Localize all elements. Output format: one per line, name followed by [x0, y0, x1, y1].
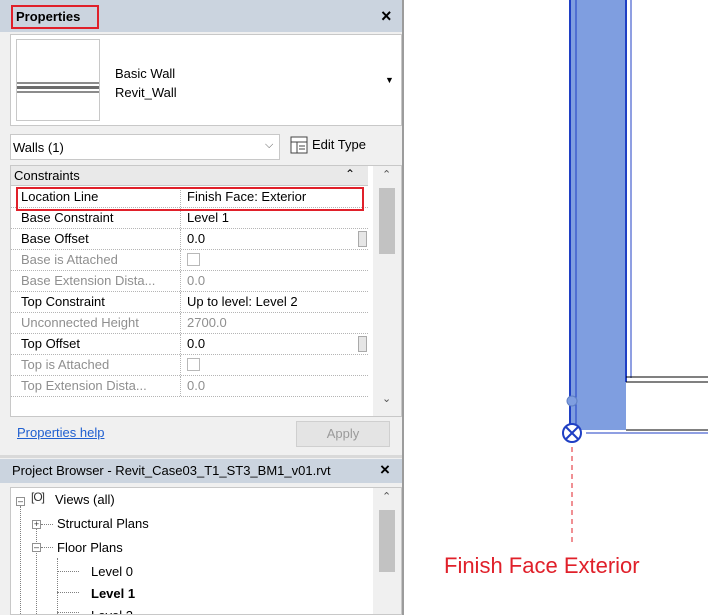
drawing-canvas[interactable]: Finish Face Exterior [404, 0, 708, 615]
category-filter-dropdown[interactable]: Walls (1) ⌵ [10, 134, 280, 160]
row-value [182, 355, 368, 375]
grid-row[interactable]: Base Constraint Level 1 [11, 208, 368, 229]
browser-title: Project Browser - Revit_Case03_T1_ST3_BM… [12, 463, 331, 478]
apply-button[interactable]: Apply [296, 421, 390, 447]
type-family-label: Basic Wall [115, 66, 176, 81]
row-label: Top Constraint [11, 292, 181, 312]
field-button[interactable] [358, 231, 367, 247]
category-filter-value: Walls (1) [13, 140, 64, 155]
browser-title-bar[interactable]: Project Browser - Revit_Case03_T1_ST3_BM… [0, 459, 402, 483]
browser-tree: – [O] Views (all) + Structural Plans – F… [10, 487, 402, 615]
browser-scrollbar[interactable]: ⌃ [373, 488, 401, 614]
row-value[interactable]: Up to level: Level 2 [182, 292, 368, 312]
tree-item-level-1[interactable]: Level 1 [91, 584, 135, 604]
edit-type-icon [290, 136, 308, 154]
grid-row: Top Extension Dista... 0.0 [11, 376, 368, 397]
tree-item-level-2[interactable]: Level 2 [91, 606, 133, 614]
row-label: Top Extension Dista... [11, 376, 181, 396]
wall-fill [570, 0, 626, 430]
row-label: Base Constraint [11, 208, 181, 228]
tree-item-floor-plans[interactable]: Floor Plans [57, 538, 123, 558]
tree-item-structural-plans[interactable]: Structural Plans [57, 514, 149, 534]
chevron-down-icon: ⌵ [265, 139, 274, 151]
edit-type-button[interactable]: Edit Type [290, 134, 390, 158]
row-value[interactable]: 0.0 [182, 229, 368, 249]
grid-row: Base Extension Dista... 0.0 [11, 271, 368, 292]
panel-divider [0, 455, 402, 458]
type-dropdown-icon[interactable]: ▼ [385, 75, 394, 85]
row-label: Base Offset [11, 229, 181, 249]
collapse-views-icon[interactable]: – [16, 497, 25, 506]
wall-drawing [562, 0, 708, 545]
annotation-label: Finish Face Exterior [444, 553, 640, 578]
views-icon: [O] [31, 490, 45, 504]
grid-row[interactable]: Top Offset 0.0 [11, 334, 368, 355]
checkbox [187, 358, 200, 371]
scrollbar-thumb[interactable] [379, 188, 395, 254]
grid-row: Top is Attached [11, 355, 368, 376]
type-selector[interactable]: Basic Wall Revit_Wall ▼ [10, 34, 402, 126]
scroll-up-icon[interactable]: ⌃ [382, 490, 391, 503]
scroll-down-icon[interactable]: ⌄ [382, 392, 391, 405]
grip-icon [566, 395, 578, 407]
row-label: Base is Attached [11, 250, 181, 270]
grid-row[interactable]: Top Constraint Up to level: Level 2 [11, 292, 368, 313]
scrollbar-thumb[interactable] [379, 510, 395, 572]
properties-help-link[interactable]: Properties help [17, 425, 104, 440]
row-value[interactable]: Level 1 [182, 208, 368, 228]
panel-splitter[interactable] [402, 0, 404, 615]
row-label: Top is Attached [11, 355, 181, 375]
wall-type-preview-icon [16, 39, 100, 121]
tree-item-views-all[interactable]: Views (all) [55, 490, 115, 510]
edit-type-label: Edit Type [312, 137, 366, 152]
constraints-section-label: Constraints [14, 168, 80, 183]
type-name-label: Revit_Wall [115, 85, 177, 100]
properties-title: Properties [16, 9, 81, 24]
left-panel: Properties × Basic Wall Revit_Wall ▼ Wal… [0, 0, 402, 615]
grid-row: Base is Attached [11, 250, 368, 271]
scroll-up-icon[interactable]: ⌃ [382, 168, 391, 181]
row-label: Unconnected Height [11, 313, 181, 333]
grid-row: Unconnected Height 2700.0 [11, 313, 368, 334]
row-value: 0.0 [187, 273, 206, 288]
row-label: Top Offset [11, 334, 181, 354]
expand-structural-plans-icon[interactable]: + [32, 520, 41, 529]
row-value: 0.0 [187, 378, 206, 393]
row-value[interactable]: 0.0 [182, 334, 368, 354]
properties-close-icon[interactable]: × [381, 6, 392, 27]
row-label: Base Extension Dista... [11, 271, 181, 291]
row-value [182, 250, 368, 270]
checkbox [187, 253, 200, 266]
constraints-section-header[interactable]: Constraints ⌃ [11, 166, 368, 186]
field-button[interactable] [358, 336, 367, 352]
collapse-icon[interactable]: ⌃ [345, 167, 355, 181]
properties-title-bar[interactable]: Properties × [0, 0, 402, 32]
row-value: 2700.0 [187, 315, 227, 330]
grid-row[interactable]: Base Offset 0.0 [11, 229, 368, 250]
tree-item-level-0[interactable]: Level 0 [91, 562, 133, 582]
collapse-floor-plans-icon[interactable]: – [32, 543, 41, 552]
properties-scrollbar[interactable]: ⌃ ⌄ [373, 166, 401, 416]
browser-close-icon[interactable]: × [380, 460, 390, 480]
location-line-highlight [16, 187, 364, 211]
